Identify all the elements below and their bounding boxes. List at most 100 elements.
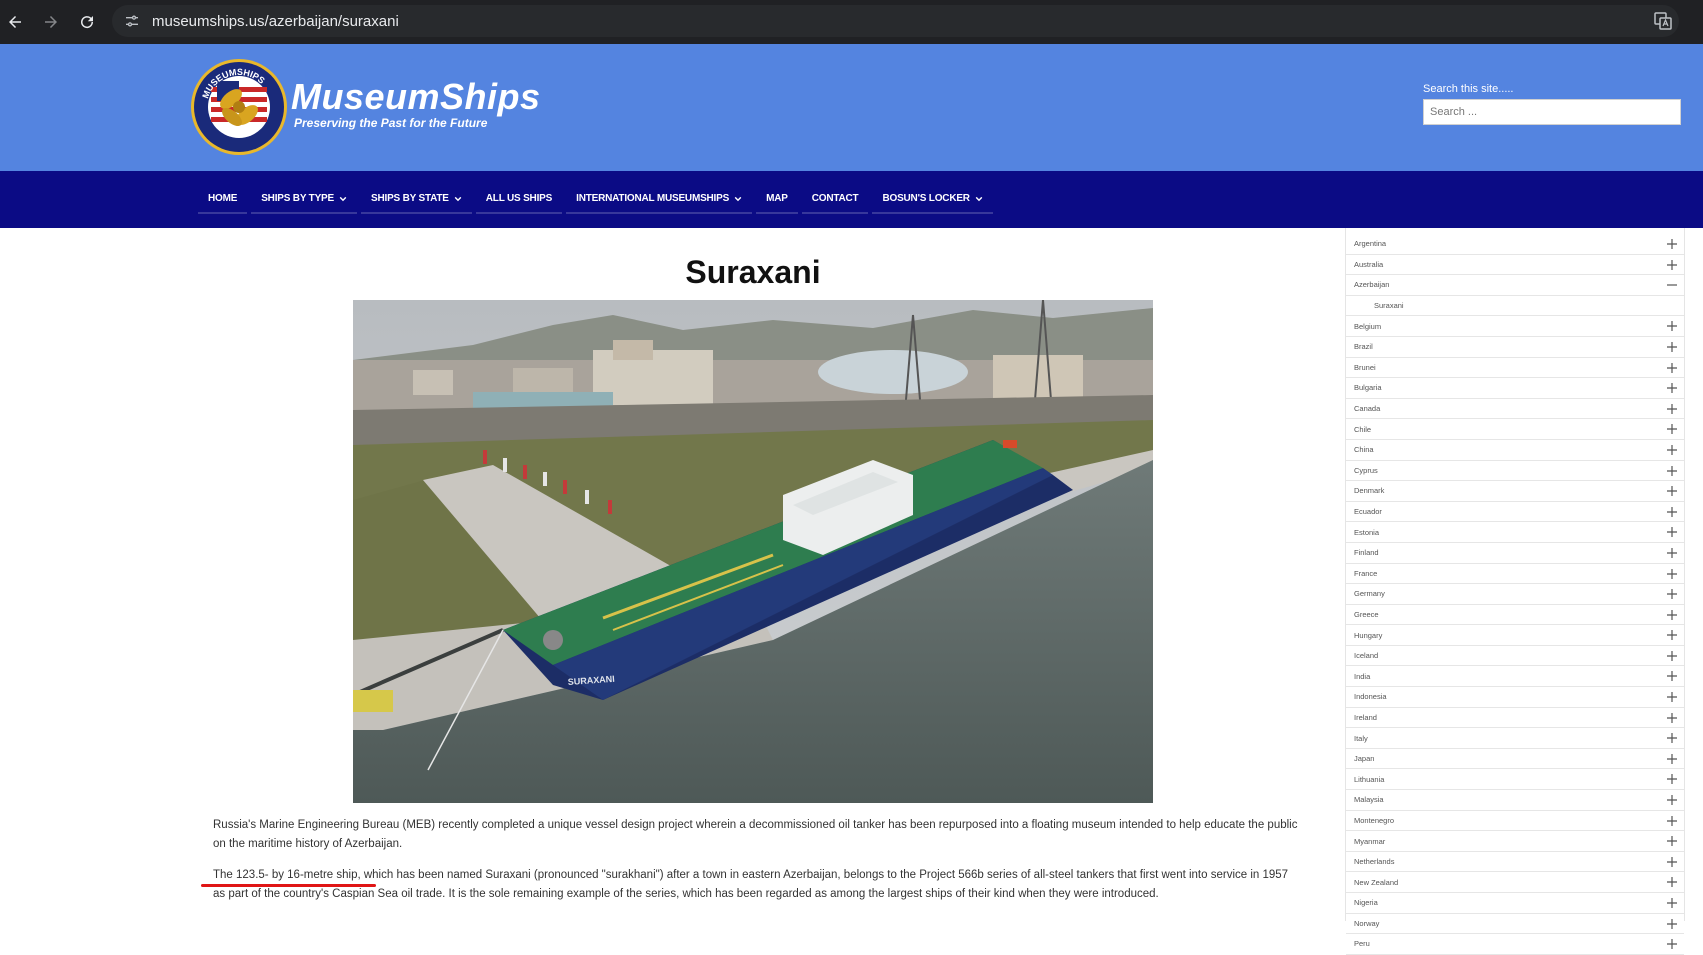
plus-icon[interactable] (1666, 382, 1678, 394)
sidebar-country-item[interactable]: Norway (1346, 914, 1684, 935)
sidebar-country-item[interactable]: India (1346, 666, 1684, 688)
sidebar-country-item[interactable]: Brazil (1346, 337, 1684, 358)
sidebar-item-label: France (1354, 568, 1378, 578)
sidebar-country-item[interactable]: Greece (1346, 605, 1684, 626)
translate-icon[interactable] (1653, 11, 1673, 31)
sidebar-country-item[interactable]: Cyprus (1346, 461, 1684, 482)
sidebar-country-item[interactable]: Montenegro (1346, 811, 1684, 832)
body-paragraph: The 123.5- by 16-metre ship, which has b… (213, 869, 1289, 900)
minus-icon[interactable] (1666, 279, 1678, 291)
nav-home[interactable]: HOME (198, 187, 248, 214)
nav-international-museumships[interactable]: INTERNATIONAL MUSEUMSHIPS (566, 187, 753, 214)
address-bar[interactable]: museumships.us/azerbaijan/suraxani (112, 5, 1679, 37)
sidebar-country-item[interactable]: Germany (1346, 584, 1684, 605)
sidebar-country-item[interactable]: France (1346, 564, 1684, 585)
plus-icon[interactable] (1666, 485, 1678, 497)
nav-map[interactable]: MAP (756, 187, 798, 214)
plus-icon[interactable] (1666, 794, 1678, 806)
chevron-down-icon (339, 196, 347, 201)
plus-icon[interactable] (1666, 588, 1678, 600)
plus-icon[interactable] (1666, 835, 1678, 847)
nav-ships-by-state[interactable]: SHIPS BY STATE (361, 187, 472, 214)
sidebar-country-item[interactable]: Canada (1346, 399, 1684, 420)
sidebar-country-item[interactable]: Finland (1346, 543, 1684, 564)
plus-icon[interactable] (1666, 403, 1678, 415)
sidebar-country-item[interactable]: Ecuador (1346, 502, 1684, 523)
sidebar-country-item[interactable]: Brunei (1346, 358, 1684, 379)
sidebar-subitem[interactable]: Suraxani (1346, 296, 1684, 317)
plus-icon[interactable] (1666, 423, 1678, 435)
sidebar-country-item[interactable]: Iceland (1346, 646, 1684, 667)
plus-icon[interactable] (1666, 773, 1678, 785)
plus-icon[interactable] (1666, 938, 1678, 950)
forward-arrow-icon[interactable] (36, 7, 66, 37)
sidebar-country-item[interactable]: New Zealand (1346, 872, 1684, 893)
nav-contact[interactable]: CONTACT (801, 187, 869, 214)
sidebar-country-item[interactable]: Nigeria (1346, 893, 1684, 914)
nav-label: CONTACT (811, 193, 859, 204)
site-info-icon[interactable] (122, 11, 142, 31)
sidebar-country-item[interactable]: Australia (1346, 255, 1684, 276)
plus-icon[interactable] (1666, 526, 1678, 538)
url-text: museumships.us/azerbaijan/suraxani (152, 12, 399, 30)
back-arrow-icon[interactable] (0, 7, 30, 37)
plus-icon[interactable] (1666, 238, 1678, 250)
plus-icon[interactable] (1666, 465, 1678, 477)
sidebar-item-label: Argentina (1354, 239, 1387, 249)
nav-bosuns-locker[interactable]: BOSUN'S LOCKER (872, 187, 993, 214)
sidebar-country-item[interactable]: Chile (1346, 419, 1684, 440)
sidebar-country-item[interactable]: Azerbaijan (1346, 275, 1684, 296)
reload-icon[interactable] (72, 7, 102, 37)
plus-icon[interactable] (1666, 568, 1678, 580)
nav-all-us-ships[interactable]: ALL US SHIPS (475, 187, 563, 214)
plus-icon[interactable] (1666, 320, 1678, 332)
plus-icon[interactable] (1666, 691, 1678, 703)
sidebar-country-item[interactable]: Hungary (1346, 625, 1684, 646)
plus-icon[interactable] (1666, 547, 1678, 559)
plus-icon[interactable] (1666, 670, 1678, 682)
sidebar-country-item[interactable]: Japan (1346, 749, 1684, 770)
sidebar-country-item[interactable]: Italy (1346, 728, 1684, 749)
sidebar-country-item[interactable]: Denmark (1346, 481, 1684, 502)
plus-icon[interactable] (1666, 897, 1678, 909)
ship-photo[interactable]: SURAXANI (353, 300, 1153, 803)
plus-icon[interactable] (1666, 732, 1678, 744)
site-header: MUSEUMSHIPS MuseumShips Preserving the P… (0, 44, 1703, 171)
sidebar-country-item[interactable]: Estonia (1346, 522, 1684, 543)
sidebar-item-label: Ecuador (1354, 507, 1382, 517)
plus-icon[interactable] (1666, 876, 1678, 888)
plus-icon[interactable] (1666, 650, 1678, 662)
plus-icon[interactable] (1666, 918, 1678, 930)
sidebar-country-item[interactable]: Indonesia (1346, 687, 1684, 708)
nav-label: INTERNATIONAL MUSEUMSHIPS (576, 193, 730, 204)
plus-icon[interactable] (1666, 753, 1678, 765)
site-title[interactable]: MuseumShips (291, 76, 541, 118)
sidebar-country-item[interactable]: Malaysia (1346, 790, 1684, 811)
plus-icon[interactable] (1666, 609, 1678, 621)
sidebar-country-item[interactable]: Argentina (1346, 234, 1684, 255)
sidebar-country-item[interactable]: Netherlands (1346, 852, 1684, 873)
sidebar-country-item[interactable]: Belgium (1346, 316, 1684, 337)
plus-icon[interactable] (1666, 444, 1678, 456)
plus-icon[interactable] (1666, 341, 1678, 353)
plus-icon[interactable] (1666, 259, 1678, 271)
plus-icon[interactable] (1666, 856, 1678, 868)
sidebar-country-item[interactable]: Ireland (1346, 708, 1684, 729)
sidebar-item-label: Ireland (1354, 712, 1377, 722)
sidebar-country-item[interactable]: Myanmar (1346, 831, 1684, 852)
plus-icon[interactable] (1666, 815, 1678, 827)
sidebar-country-item[interactable]: China (1346, 440, 1684, 461)
sidebar-item-label: New Zealand (1354, 877, 1399, 887)
plus-icon[interactable] (1666, 362, 1678, 374)
museumships-logo-badge[interactable]: MUSEUMSHIPS (189, 57, 289, 157)
search-input[interactable] (1423, 99, 1681, 125)
plus-icon[interactable] (1666, 506, 1678, 518)
sidebar-country-item[interactable]: Peru (1346, 934, 1684, 955)
nav-label: SHIPS BY TYPE (261, 193, 334, 204)
sidebar-item-label: Hungary (1354, 630, 1383, 640)
plus-icon[interactable] (1666, 629, 1678, 641)
nav-ships-by-type[interactable]: SHIPS BY TYPE (251, 187, 357, 214)
plus-icon[interactable] (1666, 712, 1678, 724)
sidebar-country-item[interactable]: Bulgaria (1346, 378, 1684, 399)
sidebar-country-item[interactable]: Lithuania (1346, 769, 1684, 791)
